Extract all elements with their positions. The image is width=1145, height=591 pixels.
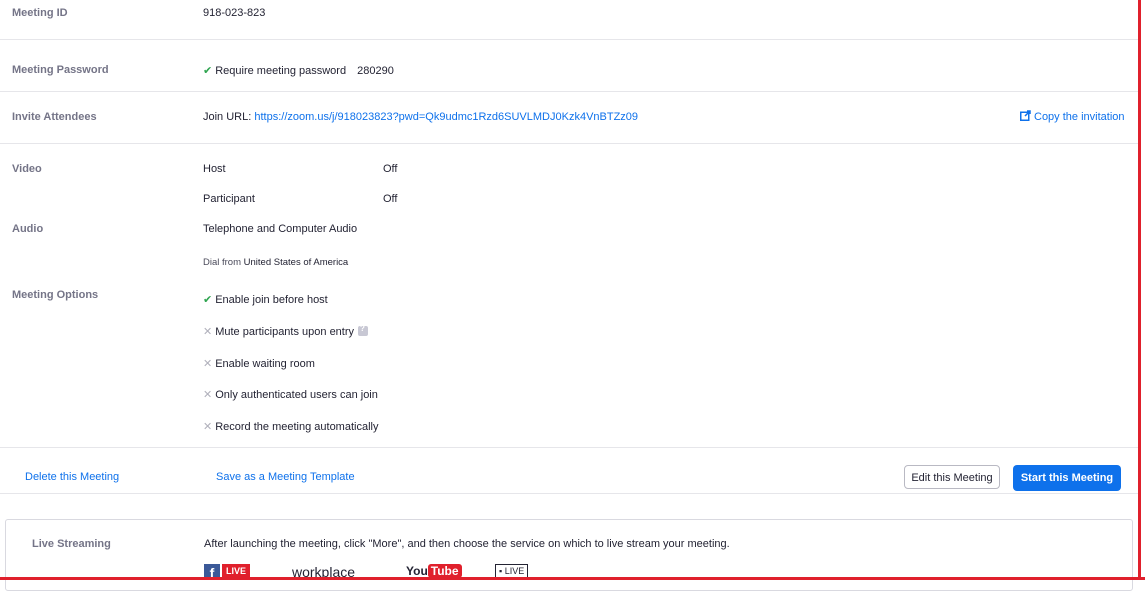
- audio-value: Telephone and Computer Audio: [203, 223, 358, 235]
- invite-attendees-label: Invite Attendees: [12, 111, 97, 123]
- join-url-link[interactable]: https://zoom.us/j/918023823?pwd=Qk9udmc1…: [254, 111, 638, 123]
- save-template-link[interactable]: Save as a Meeting Template: [216, 471, 355, 483]
- facebook-live-badge: LIVE: [222, 564, 251, 578]
- meeting-password-row: ✔ Require meeting password 280290: [203, 64, 394, 77]
- dial-from-prefix: Dial from: [203, 257, 242, 268]
- cross-icon: ✕: [203, 326, 213, 338]
- start-meeting-button[interactable]: Start this Meeting: [1013, 465, 1121, 491]
- option-text: Enable waiting room: [215, 358, 315, 370]
- divider: [0, 447, 1138, 448]
- divider: [0, 39, 1138, 40]
- option-text: Enable join before host: [215, 294, 328, 306]
- highlight-frame-right: [1138, 0, 1141, 580]
- join-url-row: Join URL: https://zoom.us/j/918023823?pw…: [203, 111, 638, 123]
- video-host-value: Off: [383, 163, 398, 175]
- live-streaming-label: Live Streaming: [32, 538, 111, 550]
- divider: [0, 91, 1138, 92]
- edit-meeting-button[interactable]: Edit this Meeting: [904, 465, 1000, 489]
- join-url-prefix: Join URL:: [203, 111, 252, 123]
- divider: [0, 493, 1138, 494]
- custom-live-text: LIVE: [504, 566, 525, 576]
- live-streaming-panel: Live Streaming After launching the meeti…: [5, 519, 1133, 591]
- youtube-tube: Tube: [427, 564, 462, 578]
- divider: [0, 143, 1138, 144]
- video-participant-label: Participant: [203, 193, 255, 205]
- copy-invitation-link[interactable]: Copy the invitation: [1020, 110, 1125, 123]
- option-text: Record the meeting automatically: [215, 421, 379, 433]
- option-text: Mute participants upon entry: [215, 326, 355, 338]
- option-mute-participants: ✕ Mute participants upon entry: [203, 324, 369, 338]
- cross-icon: ✕: [203, 421, 213, 433]
- check-icon: ✔: [203, 65, 213, 77]
- youtube-you: You: [406, 564, 428, 578]
- require-password-text: Require meeting password: [215, 65, 347, 77]
- option-text: Only authenticated users can join: [215, 389, 378, 401]
- meeting-id-label: Meeting ID: [12, 7, 68, 19]
- option-enable-join-before-host: ✔ Enable join before host: [203, 293, 328, 306]
- cross-icon: ✕: [203, 389, 213, 401]
- video-label: Video: [12, 163, 42, 175]
- meeting-options-label: Meeting Options: [12, 289, 99, 301]
- audio-label: Audio: [12, 223, 44, 235]
- option-waiting-room: ✕ Enable waiting room: [203, 357, 315, 370]
- dial-from-row: Dial from United States of America: [203, 257, 348, 268]
- option-authenticated-users: ✕ Only authenticated users can join: [203, 388, 378, 401]
- dial-from-country: United States of America: [243, 257, 349, 268]
- share-icon: [1020, 110, 1031, 121]
- option-record-automatically: ✕ Record the meeting automatically: [203, 420, 378, 433]
- delete-meeting-link[interactable]: Delete this Meeting: [25, 471, 119, 483]
- copy-invitation-label: Copy the invitation: [1034, 111, 1125, 123]
- password-value: 280290: [357, 65, 394, 77]
- video-host-label: Host: [203, 163, 226, 175]
- check-icon: ✔: [203, 294, 213, 306]
- cross-icon: ✕: [203, 358, 213, 370]
- meeting-id-value: 918-023-823: [203, 7, 266, 19]
- video-participant-value: Off: [383, 193, 398, 205]
- meeting-password-label: Meeting Password: [12, 64, 109, 76]
- help-icon[interactable]: [358, 324, 369, 336]
- live-streaming-text: After launching the meeting, click "More…: [204, 538, 730, 550]
